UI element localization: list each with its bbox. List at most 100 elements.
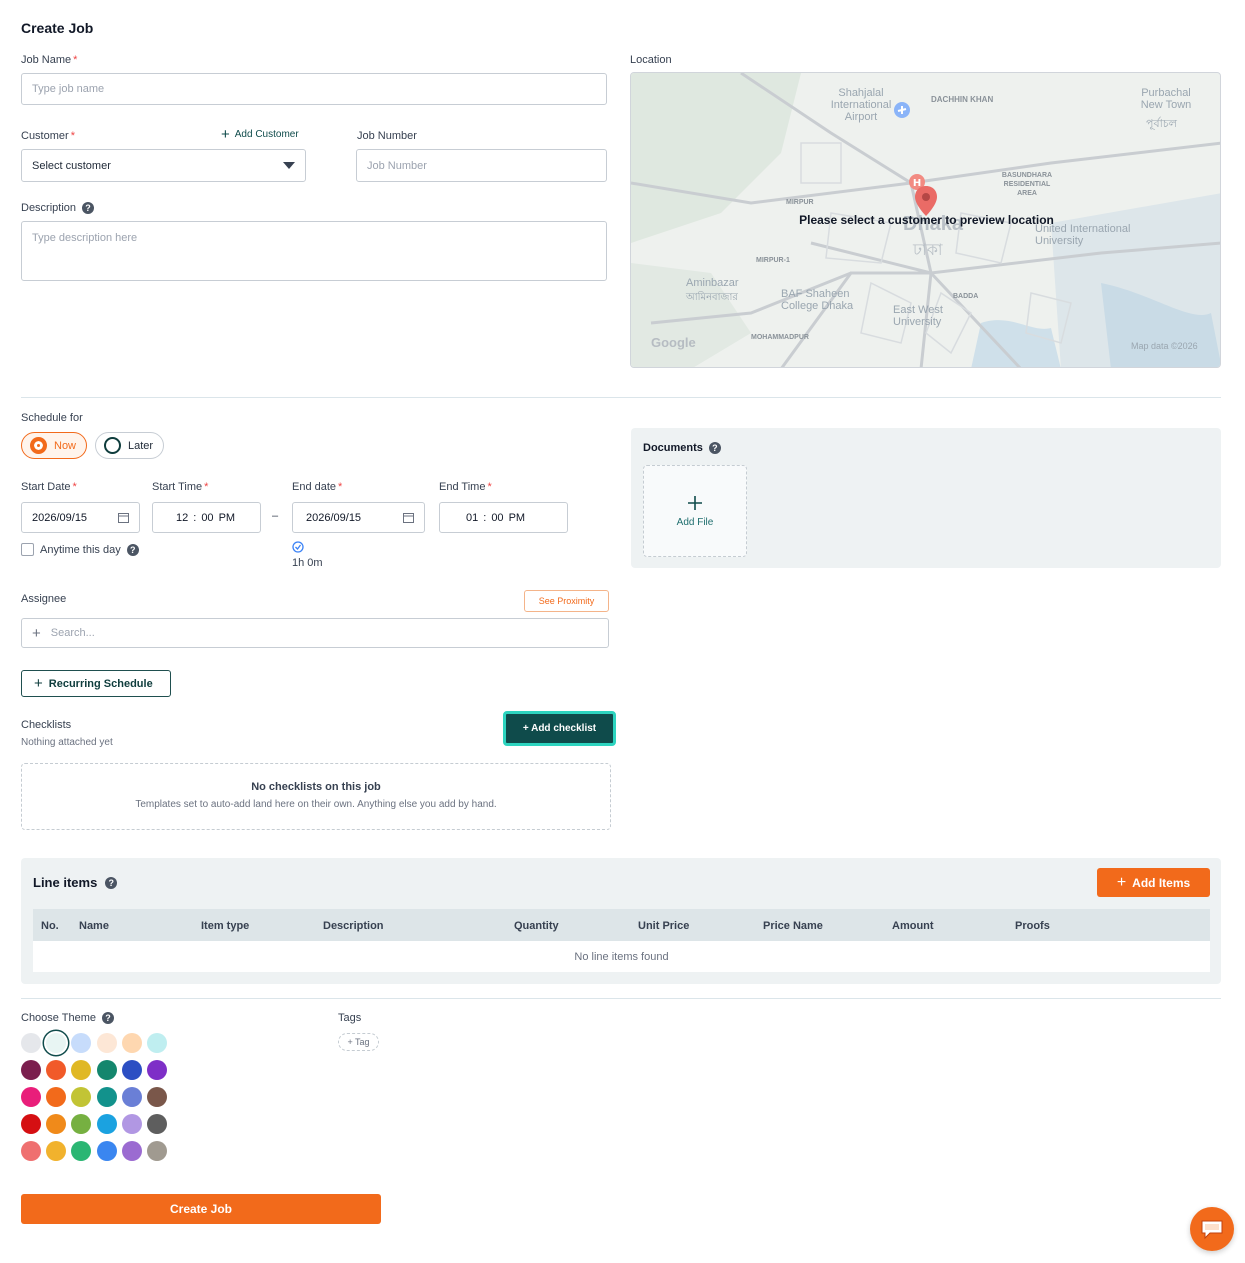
- help-icon[interactable]: ?: [105, 876, 118, 889]
- theme-swatch[interactable]: [21, 1033, 41, 1053]
- end-time-label: End Time *: [439, 481, 492, 493]
- theme-swatch[interactable]: [21, 1060, 41, 1080]
- tags-label: Tags: [338, 1012, 362, 1024]
- theme-swatch[interactable]: [96, 1087, 117, 1107]
- range-separator: –: [272, 510, 279, 522]
- line-items-empty-row: No line items found: [33, 941, 1210, 972]
- checklists-empty-title: No checklists on this job: [251, 781, 381, 793]
- start-time-label: Start Time *: [152, 481, 209, 493]
- theme-swatch[interactable]: [121, 1033, 142, 1053]
- theme-swatch[interactable]: [46, 1114, 67, 1134]
- help-icon[interactable]: ?: [708, 442, 721, 454]
- theme-swatch[interactable]: [46, 1033, 67, 1053]
- add-checklist-button[interactable]: + Add checklist: [503, 711, 616, 746]
- airport-icon: [894, 102, 910, 118]
- end-time-input[interactable]: 01:00 PM: [439, 502, 568, 533]
- chat-icon: [1201, 1220, 1223, 1240]
- theme-swatch[interactable]: [71, 1114, 92, 1134]
- column-header: Item type: [201, 920, 250, 932]
- checkbox-icon: [21, 543, 34, 556]
- map-place-purbachal-bn: পূর্বাচল: [1146, 118, 1177, 130]
- column-header: No.: [41, 920, 59, 932]
- column-header: Description: [323, 920, 384, 932]
- job-number-input[interactable]: Job Number: [356, 149, 607, 182]
- theme-swatch[interactable]: [147, 1060, 167, 1080]
- theme-swatch[interactable]: [96, 1141, 117, 1161]
- theme-swatch[interactable]: [46, 1060, 67, 1080]
- map-place-mirpur: MIRPUR: [786, 199, 814, 206]
- column-header: Proofs: [1015, 920, 1050, 932]
- theme-swatch[interactable]: [121, 1087, 142, 1107]
- section-divider: [21, 397, 1221, 398]
- add-tag-button[interactable]: + Tag: [338, 1033, 379, 1051]
- map-place-mohammadpur: MOHAMMADPUR: [751, 334, 809, 341]
- map-place-aminbazar: Aminbazar: [686, 277, 739, 289]
- location-map[interactable]: Shahjalal International Airport DACHHIN …: [630, 72, 1221, 368]
- create-job-button[interactable]: Create Job: [21, 1194, 381, 1224]
- add-file-button[interactable]: Add File: [643, 465, 747, 557]
- theme-swatch[interactable]: [147, 1114, 167, 1134]
- theme-swatch[interactable]: [147, 1141, 167, 1161]
- map-overlay-message: Please select a customer to preview loca…: [799, 213, 1054, 227]
- help-icon[interactable]: ?: [102, 1012, 115, 1024]
- theme-swatch[interactable]: [21, 1087, 41, 1107]
- theme-swatch[interactable]: [71, 1141, 92, 1161]
- schedule-now-radio[interactable]: Now: [21, 432, 88, 459]
- end-date-input[interactable]: 2026/09/15: [292, 502, 425, 533]
- chat-button[interactable]: [1190, 1207, 1234, 1251]
- end-date-label: End date *: [292, 481, 343, 493]
- theme-swatch[interactable]: [96, 1114, 117, 1134]
- location-label: Location: [630, 54, 672, 66]
- theme-swatch[interactable]: [46, 1087, 67, 1107]
- theme-swatch[interactable]: [71, 1033, 92, 1053]
- theme-swatch[interactable]: [71, 1087, 92, 1107]
- anytime-checkbox[interactable]: Anytime this day ?: [21, 543, 139, 556]
- map-place-eastwest: East West University: [893, 304, 943, 328]
- theme-swatch[interactable]: [96, 1060, 117, 1080]
- recurring-schedule-button[interactable]: + Recurring Schedule: [21, 670, 171, 697]
- theme-swatch[interactable]: [121, 1114, 142, 1134]
- google-logo: Google: [651, 335, 696, 350]
- map-place-badda: BADDA: [953, 293, 979, 300]
- theme-swatch[interactable]: [147, 1033, 167, 1053]
- documents-label: Documents?: [643, 442, 721, 454]
- job-name-label: Job Name *: [21, 54, 78, 66]
- theme-swatch[interactable]: [21, 1114, 41, 1134]
- assignee-search-input[interactable]: + Search...: [21, 618, 609, 648]
- add-items-button[interactable]: + Add Items: [1097, 868, 1210, 897]
- checklists-empty-subtitle: Templates set to auto-add land here on t…: [135, 799, 497, 810]
- map-place-dhaka-bn: ঢাকা: [913, 242, 943, 259]
- theme-swatch[interactable]: [121, 1060, 142, 1080]
- theme-swatch[interactable]: [46, 1141, 67, 1161]
- job-name-input[interactable]: Type job name: [21, 73, 607, 105]
- schedule-label: Schedule for: [21, 412, 83, 424]
- map-pin-icon: [915, 186, 937, 216]
- column-header: Unit Price: [638, 920, 690, 932]
- theme-swatch[interactable]: [21, 1141, 41, 1161]
- theme-swatch[interactable]: [96, 1033, 117, 1053]
- plus-icon: [688, 495, 702, 510]
- calendar-icon: [118, 513, 129, 523]
- description-label: Description?: [21, 202, 95, 214]
- add-customer-link[interactable]: + Add Customer: [221, 125, 299, 143]
- section-divider: [21, 998, 1221, 999]
- help-icon[interactable]: ?: [126, 543, 139, 556]
- start-time-input[interactable]: 12:00 PM: [152, 502, 261, 533]
- customer-select[interactable]: Select customer: [21, 149, 306, 182]
- start-date-input[interactable]: 2026/09/15: [21, 502, 140, 533]
- theme-swatch[interactable]: [147, 1087, 167, 1107]
- theme-swatch[interactable]: [71, 1060, 92, 1080]
- duration-text: 1h 0m: [292, 557, 323, 569]
- schedule-later-radio[interactable]: Later: [95, 432, 165, 459]
- plus-icon: +: [221, 125, 230, 143]
- plus-icon: +: [1116, 873, 1127, 891]
- see-proximity-button[interactable]: See Proximity: [524, 590, 609, 612]
- plus-icon: +: [32, 624, 41, 642]
- map-place-baf: BAF Shaheen College Dhaka: [781, 288, 854, 312]
- map-place-bashundhara: BASUNDHARA RESIDENTIAL AREA: [1001, 172, 1053, 197]
- map-place-airport: Shahjalal International Airport: [830, 87, 892, 123]
- theme-swatch[interactable]: [121, 1141, 142, 1161]
- help-icon[interactable]: ?: [82, 202, 95, 214]
- theme-label: Choose Theme?: [21, 1012, 115, 1024]
- description-textarea[interactable]: Type description here: [21, 221, 607, 281]
